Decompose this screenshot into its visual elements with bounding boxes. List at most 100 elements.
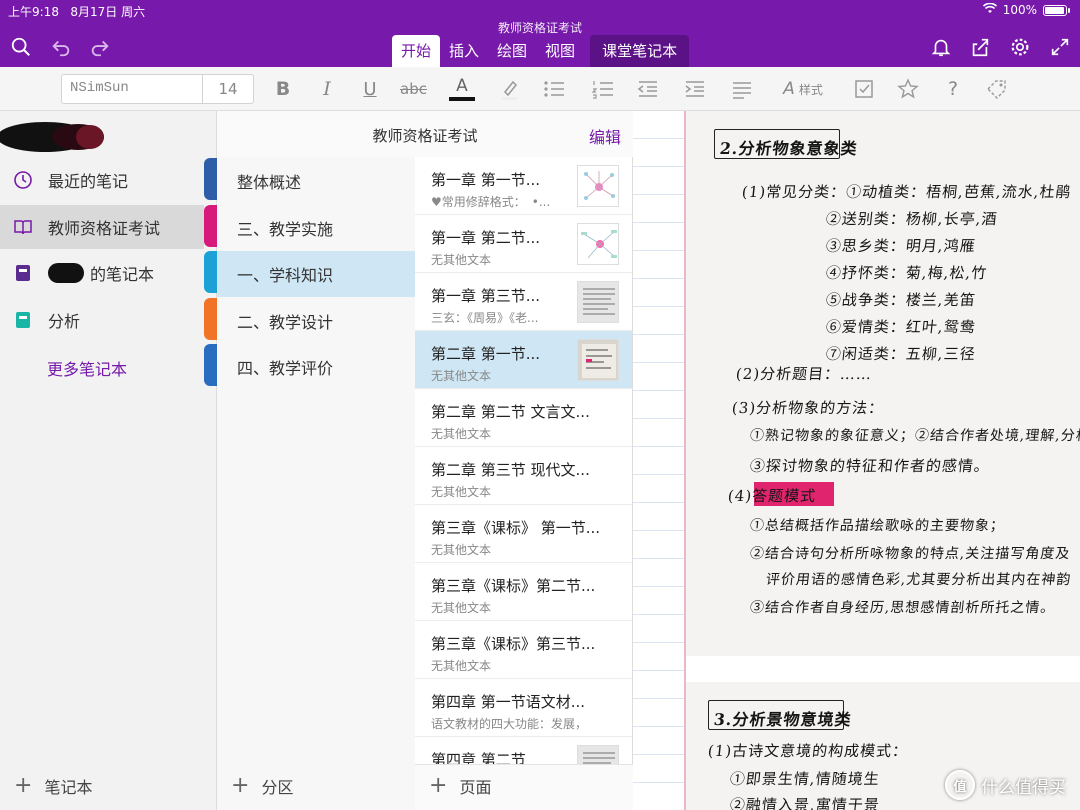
bold-button[interactable]: B bbox=[270, 75, 296, 103]
notebook-item-recent[interactable]: 最近的笔记 bbox=[0, 158, 204, 202]
page-title: 第三章《课标》第二节... bbox=[431, 577, 596, 595]
underline-button[interactable]: U bbox=[357, 75, 383, 103]
page-item[interactable]: 第二章 第一节... 无其他文本 bbox=[415, 331, 632, 389]
page-thumbnail bbox=[577, 281, 619, 323]
plus-icon: + bbox=[14, 773, 33, 798]
page-preview: ♥常用修辞格式： •... bbox=[431, 195, 551, 209]
redo-icon[interactable] bbox=[87, 34, 113, 60]
tab-view[interactable]: 视图 bbox=[536, 35, 584, 67]
page-title: 第三章《课标》 第一节... bbox=[431, 519, 601, 537]
section-item[interactable]: 一、学科知识 bbox=[217, 251, 415, 297]
section-color-tab bbox=[204, 344, 217, 386]
tab-insert[interactable]: 插入 bbox=[440, 35, 488, 67]
handwritten-line: ③探讨物象的特征和作者的感情。 bbox=[749, 457, 991, 475]
add-notebook-button[interactable]: + 笔记本 bbox=[14, 774, 92, 798]
page-preview: 三玄：《周易》《老... bbox=[431, 311, 539, 325]
page-title: 第三章《课标》第三节... bbox=[431, 635, 596, 653]
redacted-name bbox=[48, 263, 84, 283]
highlighter-icon[interactable] bbox=[496, 75, 522, 103]
section-item[interactable]: 二、教学设计 bbox=[217, 298, 415, 344]
gear-icon[interactable] bbox=[1007, 34, 1033, 60]
watermark-badge: 值 bbox=[945, 770, 975, 800]
status-date: 8月17日 周六 bbox=[70, 5, 146, 19]
bullet-list-icon[interactable] bbox=[541, 75, 567, 103]
share-icon[interactable] bbox=[967, 34, 993, 60]
page-title: 第二章 第三节 现代文... bbox=[431, 461, 590, 479]
page-item[interactable]: 第三章《课标》第三节... 无其他文本 bbox=[415, 621, 632, 679]
page-item[interactable]: 第四章 第一节语文材... 语文教材的四大功能：发展， bbox=[415, 679, 632, 737]
bell-icon[interactable] bbox=[928, 34, 954, 60]
todo-checkbox-icon[interactable] bbox=[851, 75, 877, 103]
notebook-icon bbox=[12, 309, 34, 331]
notebook-item-label: 最近的笔记 bbox=[48, 172, 129, 191]
page-title: 第二章 第一节... bbox=[431, 345, 541, 363]
account-avatar[interactable] bbox=[0, 117, 108, 157]
page-preview: 无其他文本 bbox=[431, 427, 492, 441]
handwritten-line: ⑦闲适类：五柳,三径 bbox=[825, 345, 977, 363]
handwritten-line: ①熟记物象的象征意义；②结合作者处境,理解,分析 bbox=[749, 428, 1080, 444]
numbered-list-icon[interactable] bbox=[590, 75, 616, 103]
handwritten-line: ①总结概括作品描绘歌咏的主要物象； bbox=[749, 518, 1006, 534]
page-item[interactable]: 第二章 第二节 文言文... 无其他文本 bbox=[415, 389, 632, 447]
star-tag-icon[interactable] bbox=[895, 75, 921, 103]
notebook-icon bbox=[12, 262, 34, 284]
tab-class-notebook[interactable]: 课堂笔记本 bbox=[590, 35, 690, 67]
section-color-tab bbox=[204, 298, 217, 340]
notebook-title: 教师资格证考试 bbox=[372, 127, 478, 145]
page-title: 第四章 第一节语文材... bbox=[431, 693, 586, 711]
fullscreen-icon[interactable] bbox=[1047, 34, 1073, 60]
font-size-field[interactable]: 14 bbox=[202, 74, 254, 104]
notebook-item-analysis[interactable]: 分析 bbox=[0, 298, 204, 342]
page-preview: 无其他文本 bbox=[431, 369, 492, 383]
strikethrough-button[interactable]: abc bbox=[400, 75, 427, 103]
search-icon[interactable] bbox=[8, 34, 34, 60]
add-section-button[interactable]: + 分区 bbox=[231, 774, 293, 798]
pages-footer: + 页面 bbox=[415, 764, 633, 810]
styles-button[interactable]: A 样式 bbox=[772, 75, 834, 103]
undo-icon[interactable] bbox=[48, 34, 74, 60]
section-item[interactable]: 三、教学实施 bbox=[217, 205, 415, 251]
page-thumbnail bbox=[577, 339, 619, 381]
watermark: 值 什么值得买 bbox=[945, 770, 1066, 800]
page-preview: 无其他文本 bbox=[431, 253, 492, 267]
handwritten-line: (3)分析物象的方法： bbox=[731, 399, 886, 417]
page-item[interactable]: 第三章《课标》第二节... 无其他文本 bbox=[415, 563, 632, 621]
handwritten-line: ②结合诗句分析所咏物象的特点,关注描写角度及 bbox=[749, 546, 1072, 562]
handwritten-line: ②送别类：杨柳,长亭,酒 bbox=[825, 210, 999, 228]
indent-icon[interactable] bbox=[682, 75, 708, 103]
edit-button[interactable]: 编辑 bbox=[589, 124, 621, 148]
ribbon-tabs: 开始 插入 绘图 视图 课堂笔记本 bbox=[392, 35, 690, 67]
section-item[interactable]: 四、教学评价 bbox=[217, 344, 415, 390]
italic-button[interactable]: I bbox=[314, 75, 340, 103]
page-item[interactable]: 第一章 第一节... ♥常用修辞格式： •... bbox=[415, 157, 632, 215]
notebook-item-personal[interactable]: 的笔记本 bbox=[0, 251, 204, 295]
notebooks-footer: + 笔记本 bbox=[0, 764, 217, 810]
help-button[interactable]: ? bbox=[940, 75, 966, 103]
handwritten-notes-photo: 2.分析物象意象类 (1)常见分类：①动植类：梧桐,芭蕉,流水,杜鹃 ②送别类：… bbox=[686, 111, 1080, 656]
clock-icon bbox=[12, 169, 34, 191]
tab-home[interactable]: 开始 bbox=[392, 35, 441, 67]
font-name-field[interactable]: NSimSun bbox=[61, 74, 203, 104]
handwritten-line: ⑤战争类：楼兰,羌笛 bbox=[825, 291, 977, 309]
align-icon[interactable] bbox=[729, 75, 755, 103]
tag-icon[interactable] bbox=[984, 75, 1010, 103]
page-item[interactable]: 第三章《课标》 第一节... 无其他文本 bbox=[415, 505, 632, 563]
add-notebook-label: 笔记本 bbox=[44, 778, 93, 797]
font-color-button[interactable]: A bbox=[449, 75, 475, 103]
handwritten-line: (2)分析题目：…… bbox=[735, 365, 874, 383]
handwritten-line: ①即景生情,情随境生 bbox=[729, 770, 881, 788]
section-color-tab bbox=[204, 158, 217, 200]
page-item[interactable]: 第一章 第二节... 无其他文本 bbox=[415, 215, 632, 273]
more-notebooks-link[interactable]: 更多笔记本 bbox=[47, 356, 127, 380]
tab-draw[interactable]: 绘图 bbox=[488, 35, 536, 67]
page-title: 第一章 第三节... bbox=[431, 287, 541, 305]
section-item[interactable]: 整体概述 bbox=[217, 158, 415, 204]
pages-pane: 第一章 第一节... ♥常用修辞格式： •... 第一章 第二节... 无其他文… bbox=[415, 157, 633, 810]
outdent-icon[interactable] bbox=[635, 75, 661, 103]
status-right: 100% bbox=[982, 2, 1070, 17]
add-page-button[interactable]: + 页面 bbox=[429, 774, 491, 798]
page-item[interactable]: 第二章 第三节 现代文... 无其他文本 bbox=[415, 447, 632, 505]
page-item[interactable]: 第一章 第三节... 三玄：《周易》《老... bbox=[415, 273, 632, 331]
notebook-item-teacher-exam[interactable]: 教师资格证考试 bbox=[0, 205, 204, 249]
note-canvas[interactable]: 2.分析物象意象类 (1)常见分类：①动植类：梧桐,芭蕉,流水,杜鹃 ②送别类：… bbox=[633, 111, 1080, 810]
